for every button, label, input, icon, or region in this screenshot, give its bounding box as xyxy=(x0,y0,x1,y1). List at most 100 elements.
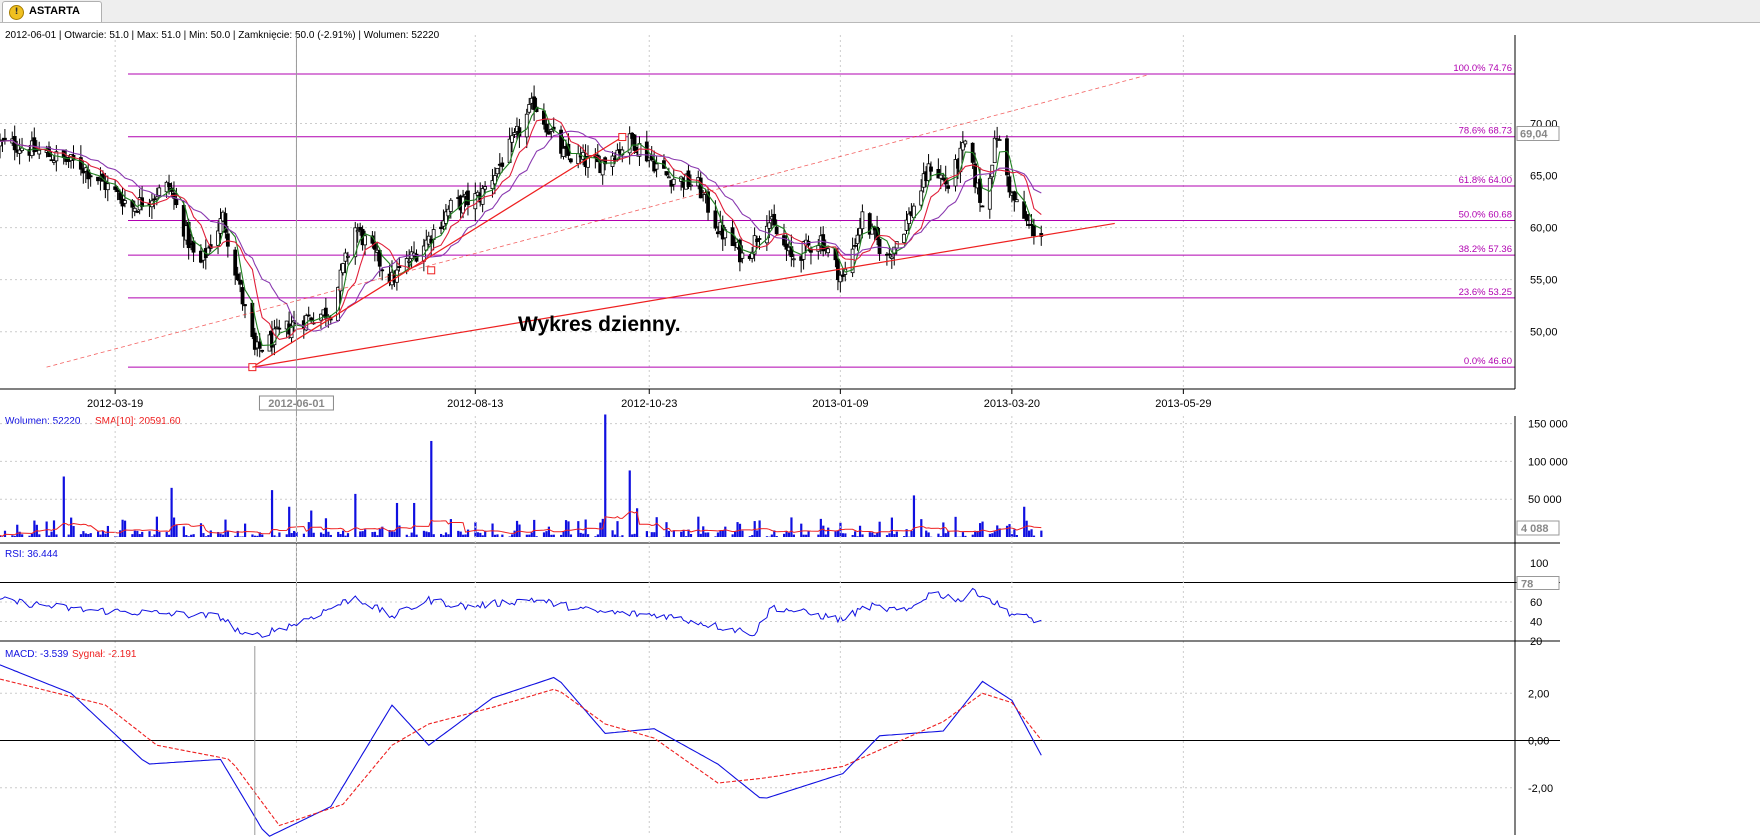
volume-bar xyxy=(138,534,141,537)
volume-bar xyxy=(405,534,408,537)
candle-body xyxy=(791,258,796,261)
volume-bar xyxy=(371,532,374,537)
volume-bar xyxy=(278,532,281,537)
candle-body xyxy=(561,147,566,157)
candle-body xyxy=(946,185,951,189)
volume-bar xyxy=(158,531,161,537)
volume-bar xyxy=(680,531,683,537)
candle-body xyxy=(260,349,265,352)
macd-legend-value: MACD: -3.539 xyxy=(5,649,69,660)
candle-body xyxy=(341,263,345,274)
volume-bar xyxy=(273,535,276,537)
volume-bar xyxy=(13,535,16,537)
volume-bar xyxy=(329,534,332,537)
volume-bar xyxy=(912,495,916,537)
volume-bar xyxy=(21,534,24,537)
candle-body xyxy=(439,226,443,230)
candle-body xyxy=(240,287,245,305)
volume-bar xyxy=(569,534,573,537)
volume-bar xyxy=(457,530,460,537)
volume-bar xyxy=(961,532,965,537)
volume-bar xyxy=(153,534,156,537)
volume-bar xyxy=(168,534,171,537)
candle-body xyxy=(664,171,669,176)
tab-astarta[interactable]: ! ASTARTA xyxy=(2,1,102,22)
volume-bar xyxy=(616,521,619,537)
volume-y-tick: 150 000 xyxy=(1528,419,1568,431)
macd-y-tick: 2,00 xyxy=(1528,688,1549,700)
volume-bar xyxy=(530,532,533,537)
candle-body xyxy=(987,177,992,210)
candle-body xyxy=(887,253,892,256)
volume-bar xyxy=(854,531,857,537)
volume-bar xyxy=(219,533,222,537)
x-tick-label: 2013-05-29 xyxy=(1155,398,1211,410)
candle-body xyxy=(306,314,311,317)
volume-bar xyxy=(150,536,154,537)
candle-body xyxy=(1012,191,1017,201)
volume-bar xyxy=(52,520,56,537)
rsi-y-tick: 60 xyxy=(1530,597,1542,609)
x-tick-label: 2013-01-09 xyxy=(812,398,868,410)
volume-bar xyxy=(425,531,428,537)
volume-bar xyxy=(422,530,426,537)
volume-bar xyxy=(62,476,65,537)
candle-body xyxy=(902,233,906,243)
candle-body xyxy=(689,184,693,187)
volume-bar xyxy=(474,522,477,537)
candle-body xyxy=(466,190,470,206)
volume-bar xyxy=(104,533,107,537)
candle-body xyxy=(774,226,779,235)
volume-bar xyxy=(449,519,452,537)
volume-bar xyxy=(991,533,994,537)
candle-body xyxy=(132,207,137,212)
candle-body xyxy=(157,187,162,196)
candle-body xyxy=(380,269,385,272)
volume-bar xyxy=(72,526,75,537)
candle-body xyxy=(243,304,247,307)
volume-bar xyxy=(256,535,259,537)
sma-mid-line xyxy=(0,118,1042,340)
volume-bar xyxy=(841,533,844,537)
volume-bar xyxy=(974,531,977,537)
volume-bar xyxy=(844,533,847,537)
volume-bar xyxy=(783,533,786,537)
volume-bar xyxy=(339,534,342,537)
volume-bar xyxy=(481,535,484,537)
candle-body xyxy=(257,341,262,349)
trend-line-handle xyxy=(618,133,627,142)
volume-bar xyxy=(765,536,769,537)
volume-bar xyxy=(131,534,134,537)
candle-body xyxy=(826,248,830,254)
volume-bar xyxy=(807,531,810,537)
volume-bar xyxy=(993,531,996,537)
x-tick-label: 2012-10-23 xyxy=(621,398,677,410)
volume-bar xyxy=(903,536,906,537)
volume-bar xyxy=(155,516,158,537)
volume-bar xyxy=(787,532,791,537)
candle-body xyxy=(500,162,505,167)
chart-area[interactable]: 2012-06-01 | Otwarcie: 51.0 | Max: 51.0 … xyxy=(0,23,1760,839)
volume-bar xyxy=(440,533,443,537)
fib-level-label: 78.6% 68.73 xyxy=(1459,126,1512,137)
candle-body xyxy=(105,183,110,191)
volume-bar xyxy=(79,534,83,537)
volume-bar xyxy=(699,533,702,537)
volume-bar xyxy=(947,531,950,537)
volume-bar xyxy=(99,534,102,537)
volume-bar xyxy=(234,535,237,537)
volume-bar xyxy=(376,535,379,537)
volume-bar xyxy=(395,502,399,537)
volume-bar xyxy=(106,525,109,537)
volume-bar xyxy=(785,531,788,537)
candle-body xyxy=(855,234,860,245)
volume-bar xyxy=(707,532,710,537)
volume-bar xyxy=(496,534,499,537)
candle-body xyxy=(740,252,745,259)
volume-bar xyxy=(89,533,92,537)
volume-bar xyxy=(148,531,151,537)
volume-bar xyxy=(856,536,859,537)
volume-bar xyxy=(748,536,751,537)
volume-bar xyxy=(226,531,230,537)
volume-y-tick: 50 000 xyxy=(1528,494,1562,506)
